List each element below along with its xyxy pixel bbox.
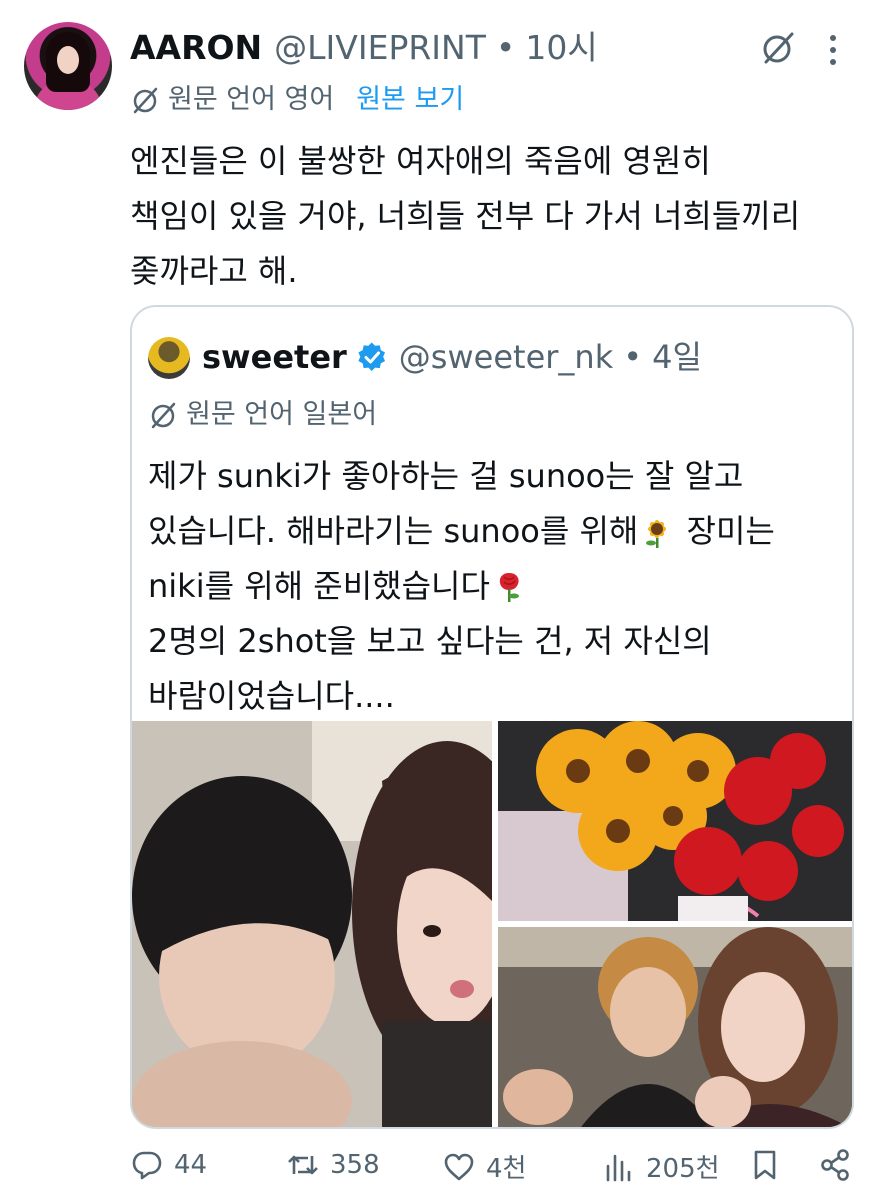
quote-text-segment: niki를 위해 준비했습니다 (148, 567, 490, 605)
sunflower-emoji (646, 520, 667, 548)
photo-1-illustration (132, 721, 492, 1127)
quote-header-separator: • (623, 338, 643, 376)
globe-icon (151, 402, 176, 429)
grok-icon[interactable] (760, 30, 796, 66)
bookmark-button[interactable] (748, 1148, 792, 1182)
retweet-icon (288, 1155, 318, 1175)
quote-photo-2[interactable] (498, 721, 852, 921)
view-original-link[interactable]: 원본 보기 (356, 80, 464, 120)
quote-text: 제가 sunki가 좋아하는 걸 sunoo는 잘 알고 있습니다. 해바라기는… (148, 449, 838, 724)
quote-translation-row: 원문 언어 일본어 (148, 395, 377, 435)
quote-author-avatar[interactable] (148, 337, 190, 379)
retweet-button[interactable]: 358 (286, 1148, 380, 1182)
verified-badge-icon (358, 342, 385, 371)
quote-header: sweeter @sweeter_nk • 4일 (202, 335, 702, 379)
share-button[interactable] (818, 1148, 862, 1182)
share-icon (821, 1149, 849, 1181)
quote-text-line: 있습니다. 해바라기는 sunoo를 위해 장미는 (148, 504, 838, 559)
reply-button[interactable]: 44 (130, 1148, 207, 1182)
quote-text-line: 바람이었습니다.... (148, 677, 395, 715)
rose-emoji (499, 573, 519, 602)
tweet-text-line: 엔진들은 이 불쌍한 여자애의 죽음에 영원히 (130, 142, 711, 180)
retweet-count: 358 (330, 1150, 380, 1180)
tweet-text-line: 좆까라고 해. (130, 252, 298, 290)
like-button[interactable]: 4천 (442, 1148, 526, 1185)
like-count: 4천 (486, 1154, 527, 1184)
quote-time[interactable]: 4일 (652, 335, 702, 379)
quote-author-handle[interactable]: @sweeter_nk (399, 335, 613, 379)
quote-photo-3[interactable] (498, 927, 852, 1127)
photo-2-illustration (498, 721, 852, 921)
tweet-header: AARON @LIVIEPRINT • 10시 (130, 26, 598, 70)
header-separator: • (495, 28, 516, 67)
like-icon (444, 1153, 474, 1180)
views-count: 205천 (646, 1154, 720, 1184)
tweet-actions: 44 358 4천 205천 (130, 1148, 860, 1192)
globe-icon (133, 87, 158, 114)
quote-text-segment: 있습니다. 해바라기는 sunoo를 위해 (148, 512, 639, 550)
views-button[interactable]: 205천 (602, 1148, 720, 1185)
translation-label: 원문 언어 영어 (168, 84, 335, 115)
author-avatar[interactable] (24, 22, 112, 110)
tweet-time[interactable]: 10시 (525, 26, 597, 70)
author-handle[interactable]: @LIVIEPRINT (274, 26, 486, 70)
tweet-text-line: 책임이 있을 거야, 너희들 전부 다 가서 너희들끼리 (130, 197, 801, 235)
quote-text-line: 2명의 2shot을 보고 싶다는 건, 저 자신의 (148, 622, 712, 660)
quote-photo-1[interactable] (132, 721, 492, 1127)
views-icon (606, 1154, 631, 1181)
photo-3-illustration (498, 927, 852, 1127)
quote-text-line: niki를 위해 준비했습니다 (148, 559, 838, 614)
quote-text-line: 제가 sunki가 좋아하는 걸 sunoo는 잘 알고 (148, 457, 744, 495)
quote-text-segment: 장미는 (676, 512, 775, 550)
more-icon[interactable] (826, 32, 840, 68)
translation-row: 원문 언어 영어 원본 보기 (130, 80, 464, 120)
tweet-text: 엔진들은 이 불쌍한 여자애의 죽음에 영원히 책임이 있을 거야, 너희들 전… (130, 134, 850, 299)
quote-translation-label: 원문 언어 일본어 (186, 399, 378, 430)
reply-icon (132, 1151, 162, 1180)
bookmark-icon (754, 1150, 776, 1180)
reply-count: 44 (174, 1150, 208, 1180)
author-name[interactable]: AARON (130, 26, 262, 70)
quoted-tweet-card[interactable]: sweeter @sweeter_nk • 4일 원문 언어 일본어 제가 su… (130, 305, 854, 1129)
quote-author-name[interactable]: sweeter (202, 335, 347, 379)
